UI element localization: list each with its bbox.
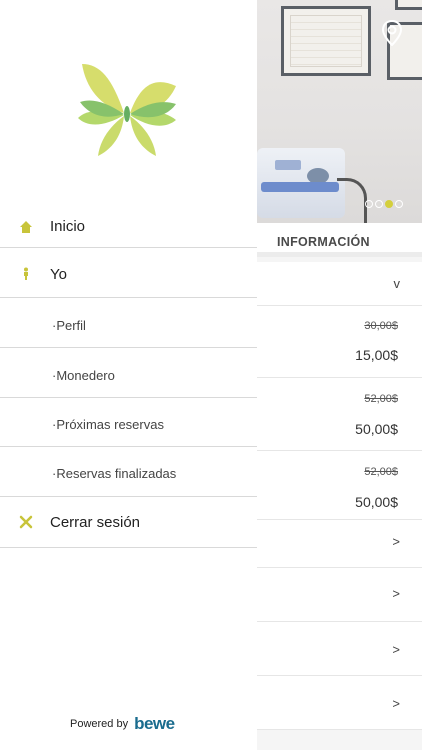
chevron-down-icon: v (393, 276, 401, 291)
service-row[interactable]: 30,00$ 15,00$ (257, 306, 422, 378)
menu-subitem-label: ·Reservas finalizadas (52, 466, 177, 481)
service-row[interactable]: 52,00$ 50,00$ (257, 451, 422, 520)
menu-subitem-label: ·Perfil (52, 318, 86, 333)
menu-subitem-label: ·Monedero (52, 368, 115, 383)
equipment-image (257, 148, 345, 218)
chevron-right-icon: > (392, 642, 400, 657)
price-new: 15,00$ (355, 347, 398, 363)
logout-button[interactable]: Cerrar sesión (0, 497, 257, 548)
menu-subitem-proximas-reservas[interactable]: ·Próximas reservas (0, 398, 257, 447)
service-row[interactable]: 52,00$ 50,00$ (257, 378, 422, 451)
carousel-dot[interactable] (395, 200, 403, 208)
list-row[interactable]: > (257, 622, 422, 676)
price-new: 50,00$ (355, 421, 398, 437)
wall-frame (395, 0, 422, 10)
info-header-label: INFORMACIÓN (277, 235, 370, 249)
chevron-right-icon: > (392, 696, 400, 711)
list-row[interactable]: > (257, 520, 422, 568)
menu-item-label: Yo (50, 266, 67, 283)
close-icon (19, 515, 33, 529)
person-icon (24, 267, 28, 280)
chevron-right-icon: > (392, 534, 400, 549)
menu-item-inicio[interactable]: Inicio (0, 204, 257, 248)
menu-subitem-perfil[interactable]: ·Perfil (0, 298, 257, 348)
list-row[interactable]: > (257, 676, 422, 730)
location-pin-icon[interactable] (381, 20, 403, 46)
logout-label: Cerrar sesión (50, 514, 141, 531)
carousel-dot-active[interactable] (385, 200, 393, 208)
chevron-right-icon: > (392, 586, 400, 601)
price-new: 50,00$ (355, 494, 398, 510)
menu-subitem-reservas-finalizadas[interactable]: ·Reservas finalizadas (0, 447, 257, 497)
menu-subitem-monedero[interactable]: ·Monedero (0, 348, 257, 398)
price-old: 52,00$ (364, 466, 398, 478)
menu-item-label: Inicio (50, 218, 86, 235)
menu-item-yo[interactable]: Yo (0, 248, 257, 298)
certificate-frame (281, 6, 371, 76)
info-header: INFORMACIÓN (257, 223, 422, 257)
home-icon (20, 221, 32, 233)
carousel-dots[interactable] (365, 200, 403, 208)
powered-by[interactable]: Powered by bewe (70, 714, 175, 734)
carousel-dot[interactable] (365, 200, 373, 208)
price-old: 30,00$ (364, 320, 398, 332)
carousel-photo[interactable] (257, 0, 422, 223)
powered-by-text: Powered by (70, 718, 129, 730)
carousel-dot[interactable] (375, 200, 383, 208)
bewe-logo: bewe (134, 714, 175, 733)
price-old: 52,00$ (364, 393, 398, 405)
navigation-drawer: Inicio Yo ·Perfil ·Monedero ·Próximas re… (0, 0, 257, 750)
expand-row[interactable]: v (257, 262, 422, 306)
background-content: INFORMACIÓN v 30,00$ 15,00$ 52,00$ 50,00… (257, 0, 422, 750)
list-row[interactable]: > (257, 568, 422, 622)
butterfly-logo (78, 64, 176, 156)
menu-subitem-label: ·Próximas reservas (52, 417, 164, 432)
